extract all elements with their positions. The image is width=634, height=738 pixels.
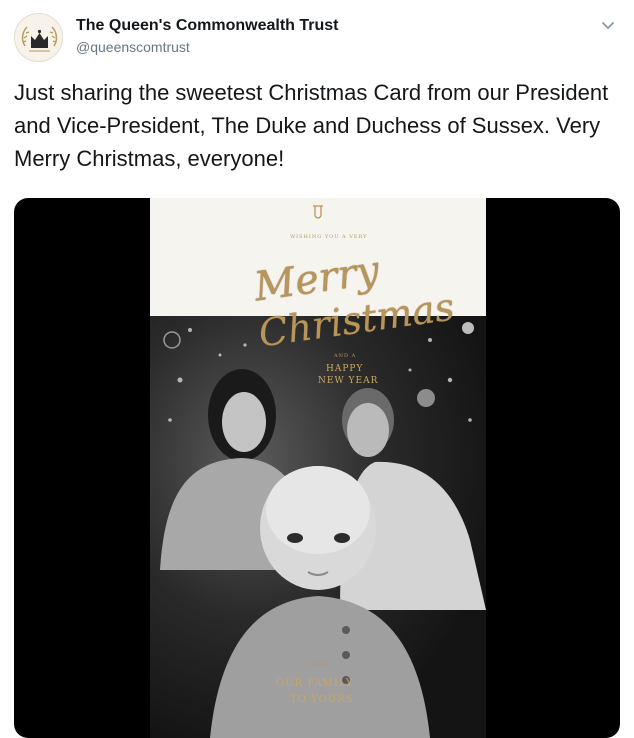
card-new-year: NEW YEAR	[318, 376, 379, 386]
christmas-card-image: WISHING YOU A VERY Merry Christmas AND A…	[150, 198, 486, 738]
card-greeting-small: WISHING YOU A VERY	[290, 234, 368, 240]
card-from: FROM	[308, 662, 329, 668]
tweet-card: The Queen's Commonwealth Trust @queensco…	[0, 0, 634, 738]
tweet-text: Just sharing the sweetest Christmas Card…	[14, 80, 609, 171]
family-photo	[150, 310, 486, 738]
card-happy: HAPPY	[326, 364, 364, 374]
card-and-a: AND A	[334, 353, 357, 359]
card-our-family: OUR FAMILY	[276, 678, 354, 689]
avatar[interactable]	[14, 13, 63, 62]
card-to-yours: TO YOURS	[290, 694, 354, 705]
author-name[interactable]: The Queen's Commonwealth Trust	[76, 17, 339, 35]
chevron-down-icon[interactable]	[598, 16, 618, 36]
author-handle[interactable]: @queenscomtrust	[76, 39, 190, 55]
crown-logo-icon	[21, 26, 58, 52]
tweet-media[interactable]: WISHING YOU A VERY Merry Christmas AND A…	[14, 198, 620, 738]
